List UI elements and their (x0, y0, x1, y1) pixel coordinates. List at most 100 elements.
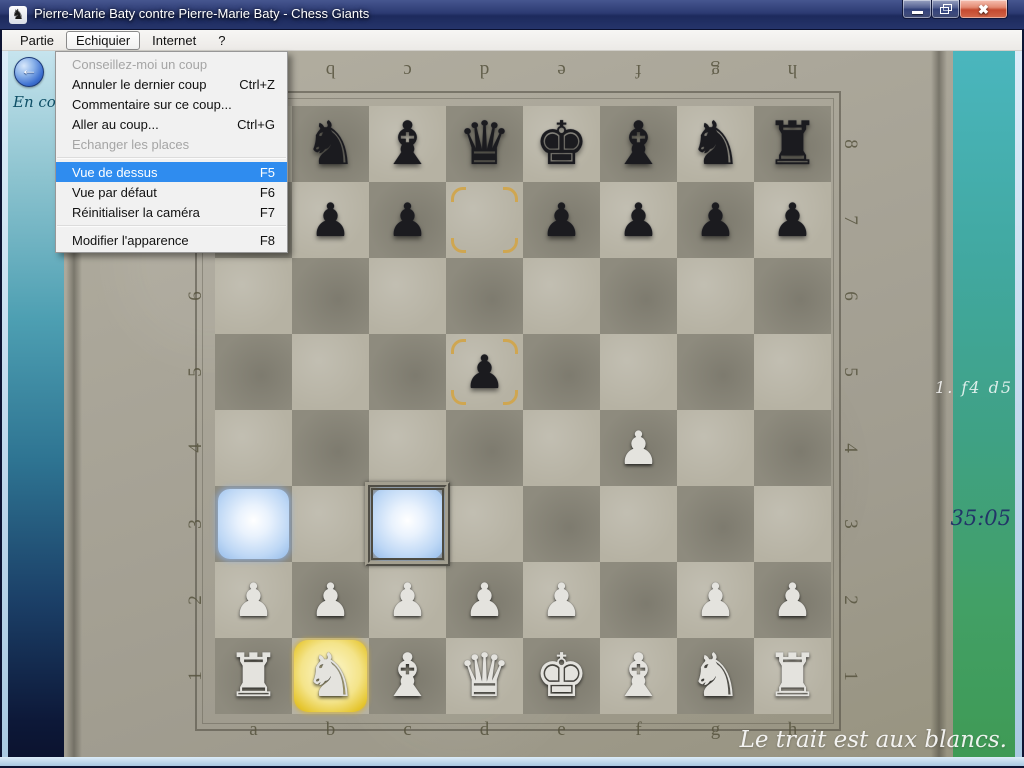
menu-item-aller-au-coup[interactable]: Aller au coup...Ctrl+G (56, 114, 287, 134)
square-b1[interactable]: ♞ (292, 638, 369, 714)
menu-item-vue-de-dessus[interactable]: Vue de dessusF5 (56, 162, 287, 182)
square-d6[interactable] (446, 258, 523, 334)
square-f3[interactable] (600, 486, 677, 562)
square-g5[interactable] (677, 334, 754, 410)
square-d8[interactable]: ♛ (446, 106, 523, 182)
square-g8[interactable]: ♞ (677, 106, 754, 182)
menu-item-annuler-le-dernier-coup[interactable]: Annuler le dernier coupCtrl+Z (56, 74, 287, 94)
piece-wP-h2[interactable]: ♟ (754, 562, 831, 638)
square-f1[interactable]: ♝ (600, 638, 677, 714)
piece-bP-g7[interactable]: ♟ (677, 182, 754, 258)
square-c8[interactable]: ♝ (369, 106, 446, 182)
piece-wP-c2[interactable]: ♟ (369, 562, 446, 638)
piece-bN-b8[interactable]: ♞ (292, 106, 369, 182)
square-d4[interactable] (446, 410, 523, 486)
piece-wK-e1[interactable]: ♚ (523, 638, 600, 714)
square-c7[interactable]: ♟ (369, 182, 446, 258)
piece-bR-h8[interactable]: ♜ (754, 106, 831, 182)
square-e4[interactable] (523, 410, 600, 486)
square-d1[interactable]: ♛ (446, 638, 523, 714)
piece-bB-c8[interactable]: ♝ (369, 106, 446, 182)
piece-bP-f7[interactable]: ♟ (600, 182, 677, 258)
piece-bN-g8[interactable]: ♞ (677, 106, 754, 182)
square-f5[interactable] (600, 334, 677, 410)
menu-item-r-initialiser-la-cam-ra[interactable]: Réinitialiser la caméraF7 (56, 202, 287, 222)
square-g2[interactable]: ♟ (677, 562, 754, 638)
square-h7[interactable]: ♟ (754, 182, 831, 258)
square-e2[interactable]: ♟ (523, 562, 600, 638)
square-h8[interactable]: ♜ (754, 106, 831, 182)
square-f4[interactable]: ♟ (600, 410, 677, 486)
square-c4[interactable] (369, 410, 446, 486)
square-c3[interactable] (369, 486, 446, 562)
square-h1[interactable]: ♜ (754, 638, 831, 714)
piece-wN-g1[interactable]: ♞ (677, 638, 754, 714)
menu-item-vue-par-d-faut[interactable]: Vue par défautF6 (56, 182, 287, 202)
menu-item-commentaire-sur-ce-coup[interactable]: Commentaire sur ce coup... (56, 94, 287, 114)
back-button[interactable]: ← (14, 57, 44, 87)
piece-wP-g2[interactable]: ♟ (677, 562, 754, 638)
piece-wB-f1[interactable]: ♝ (600, 638, 677, 714)
piece-bQ-d8[interactable]: ♛ (446, 106, 523, 182)
square-c5[interactable] (369, 334, 446, 410)
piece-wP-b2[interactable]: ♟ (292, 562, 369, 638)
menu-item-modifier-l-apparence[interactable]: Modifier l'apparenceF8 (56, 230, 287, 250)
piece-bP-c7[interactable]: ♟ (369, 182, 446, 258)
square-g7[interactable]: ♟ (677, 182, 754, 258)
piece-wP-d2[interactable]: ♟ (446, 562, 523, 638)
square-e6[interactable] (523, 258, 600, 334)
square-a2[interactable]: ♟ (215, 562, 292, 638)
piece-wB-c1[interactable]: ♝ (369, 638, 446, 714)
piece-bP-d5[interactable]: ♟ (446, 334, 523, 410)
menubar-item-echiquier[interactable]: Echiquier (66, 31, 140, 50)
square-f2[interactable] (600, 562, 677, 638)
square-d5[interactable]: ♟ (446, 334, 523, 410)
square-a1[interactable]: ♜ (215, 638, 292, 714)
square-b6[interactable] (292, 258, 369, 334)
square-c6[interactable] (369, 258, 446, 334)
square-g1[interactable]: ♞ (677, 638, 754, 714)
menubar-item-internet[interactable]: Internet (142, 31, 206, 50)
menubar-item-partie[interactable]: Partie (10, 31, 64, 50)
square-c2[interactable]: ♟ (369, 562, 446, 638)
restore-button[interactable] (931, 0, 960, 19)
square-b4[interactable] (292, 410, 369, 486)
square-b7[interactable]: ♟ (292, 182, 369, 258)
square-e5[interactable] (523, 334, 600, 410)
minimize-button[interactable] (902, 0, 932, 19)
square-a3[interactable] (215, 486, 292, 562)
title-bar[interactable]: ♞ Pierre-Marie Baty contre Pierre-Marie … (0, 0, 1024, 30)
piece-wP-f4[interactable]: ♟ (600, 410, 677, 486)
menubar-item-?[interactable]: ? (208, 31, 235, 50)
square-d7[interactable] (446, 182, 523, 258)
piece-wQ-d1[interactable]: ♛ (446, 638, 523, 714)
square-e7[interactable]: ♟ (523, 182, 600, 258)
square-d3[interactable] (446, 486, 523, 562)
square-b3[interactable] (292, 486, 369, 562)
piece-wN-b1[interactable]: ♞ (292, 638, 369, 714)
piece-bP-b7[interactable]: ♟ (292, 182, 369, 258)
close-button[interactable]: ✖ (959, 0, 1008, 19)
square-h2[interactable]: ♟ (754, 562, 831, 638)
piece-wR-h1[interactable]: ♜ (754, 638, 831, 714)
square-c1[interactable]: ♝ (369, 638, 446, 714)
square-f6[interactable] (600, 258, 677, 334)
square-f8[interactable]: ♝ (600, 106, 677, 182)
square-d2[interactable]: ♟ (446, 562, 523, 638)
piece-wR-a1[interactable]: ♜ (215, 638, 292, 714)
square-e1[interactable]: ♚ (523, 638, 600, 714)
square-g4[interactable] (677, 410, 754, 486)
square-e8[interactable]: ♚ (523, 106, 600, 182)
piece-wP-a2[interactable]: ♟ (215, 562, 292, 638)
square-g6[interactable] (677, 258, 754, 334)
piece-wP-e2[interactable]: ♟ (523, 562, 600, 638)
square-f7[interactable]: ♟ (600, 182, 677, 258)
square-b8[interactable]: ♞ (292, 106, 369, 182)
piece-bK-e8[interactable]: ♚ (523, 106, 600, 182)
square-b5[interactable] (292, 334, 369, 410)
piece-bP-e7[interactable]: ♟ (523, 182, 600, 258)
piece-bP-h7[interactable]: ♟ (754, 182, 831, 258)
square-g3[interactable] (677, 486, 754, 562)
square-e3[interactable] (523, 486, 600, 562)
piece-bB-f8[interactable]: ♝ (600, 106, 677, 182)
